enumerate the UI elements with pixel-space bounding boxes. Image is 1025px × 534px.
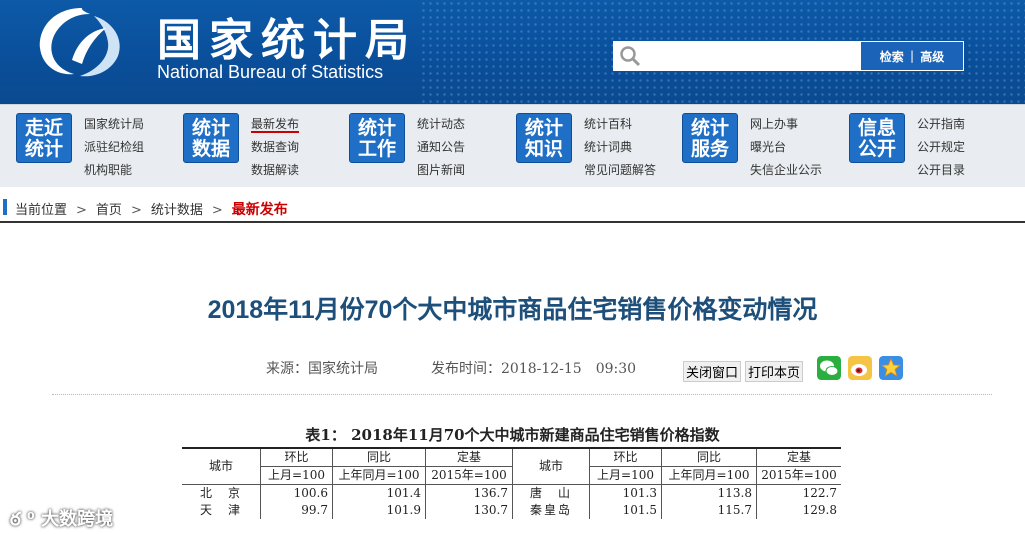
table-row: 天 津 99.7 101.9 130.7 秦皇岛 101.5 115.7 129…: [182, 502, 841, 519]
nav-badge-data[interactable]: 统计 数据: [183, 113, 239, 163]
col-subheader-mom: 上月=100: [260, 466, 333, 485]
nav-link[interactable]: 图片新闻: [417, 159, 465, 182]
nav-badge-knowledge[interactable]: 统计 知识: [516, 113, 572, 163]
table-cell: 129.8: [802, 503, 837, 517]
table-cell-city: 唐 山: [512, 484, 590, 502]
nav-link[interactable]: 失信企业公示: [750, 159, 822, 182]
search-button[interactable]: 检索: [880, 48, 904, 65]
col-subheader-yoy: 上年同月=100: [661, 466, 757, 485]
content-divider: [52, 394, 992, 395]
watermark-logo-icon: ఠ ⁰: [10, 509, 35, 530]
site-header: 国家统计局 National Bureau of Statistics 检索 |…: [0, 0, 1025, 104]
table-cell-city: 北 京: [182, 484, 261, 502]
nav-badge-service[interactable]: 统计 服务: [682, 113, 738, 163]
col-header-yoy: 同比: [661, 448, 757, 467]
nav-link-latest-release[interactable]: 最新发布: [251, 117, 300, 133]
search-buttons: 检索 | 高级: [860, 41, 964, 71]
article-source: 来源：国家统计局: [266, 361, 378, 377]
table-caption: 表1： 2018年11月70个大中城市新建商品住宅销售价格指数: [305, 426, 720, 444]
col-header-mom: 环比: [589, 448, 662, 467]
nav-link[interactable]: 网上办事: [750, 113, 822, 136]
col-subheader-yoy: 上年同月=100: [332, 466, 426, 485]
nav-link[interactable]: 数据查询: [251, 136, 299, 159]
table-cell: 101.4: [332, 484, 426, 502]
nav-link[interactable]: 通知公告: [417, 136, 465, 159]
table-cell: 130.7: [425, 502, 513, 519]
col-header-base: 定基: [756, 448, 841, 467]
table-cell: 101.3: [589, 484, 662, 502]
nav-badge-disclosure[interactable]: 信息 公开: [849, 113, 905, 163]
col-header-city: 城市: [182, 448, 261, 485]
breadcrumb-separator: >: [211, 203, 223, 218]
nav-link[interactable]: 公开目录: [917, 159, 965, 182]
col-header-mom: 环比: [260, 448, 333, 467]
nav-link[interactable]: 统计词典: [584, 136, 656, 159]
table-cell: 100.6: [260, 484, 333, 502]
watermark: ఠ ⁰ 大数跨境: [10, 505, 113, 534]
col-header-city: 城市: [512, 448, 590, 485]
table-subheader-row: 上月=100 上年同月=100 2015年=100 上月=100 上年同月=10…: [182, 466, 841, 485]
search-icon: [620, 46, 641, 67]
weibo-share-icon[interactable]: [848, 356, 872, 380]
article-publish-time: 发布时间：2018-12-15 09:30: [431, 361, 637, 377]
breadcrumb-marker: [3, 199, 7, 215]
nav-link[interactable]: 国家统计局: [84, 113, 144, 136]
nav-link[interactable]: 公开指南: [917, 113, 965, 136]
breadcrumb-statistics-data[interactable]: 统计数据: [151, 203, 203, 218]
nav-link[interactable]: 数据解读: [251, 159, 299, 182]
watermark-text: 大数跨境: [41, 509, 114, 530]
article-title: 2018年11月份70个大中城市商品住宅销售价格变动情况: [207, 296, 818, 324]
print-page-button[interactable]: 打印本页: [745, 361, 804, 382]
wechat-share-icon[interactable]: [817, 356, 841, 380]
nav-badge-work[interactable]: 统计 工作: [349, 113, 405, 163]
table-cell: 101.5: [589, 502, 662, 519]
table-row: 北 京 100.6 101.4 136.7 唐 山 101.3 113.8 12…: [182, 484, 841, 502]
table-cell: 136.7: [425, 484, 513, 502]
col-subheader-base: 2015年=100: [425, 466, 513, 485]
table-cell-city: 天 津: [182, 502, 261, 519]
table-cell-city: 秦皇岛: [512, 502, 590, 519]
main-nav: 走近 统计 国家统计局 派驻纪检组 机构职能 统计 数据 最新发布 数据查询 数据解…: [0, 104, 1025, 187]
col-header-base: 定基: [425, 448, 513, 467]
search-separator: |: [909, 49, 915, 63]
nav-badge-about[interactable]: 走近 统计: [16, 113, 72, 163]
table-cell: 101.9: [332, 502, 426, 519]
close-window-button[interactable]: 关闭窗口: [683, 361, 742, 382]
col-header-yoy: 同比: [332, 448, 426, 467]
table-header-row: 城市 环比 同比 定基 城市 环比 同比 定基: [182, 448, 841, 485]
col-subheader-base: 2015年=100: [756, 466, 841, 485]
table-cell: 122.7: [802, 486, 837, 500]
nav-link[interactable]: 机构职能: [84, 159, 144, 182]
nav-link[interactable]: 统计百科: [584, 113, 656, 136]
table-cell: 113.8: [661, 484, 757, 502]
col-subheader-mom: 上月=100: [589, 466, 662, 485]
nav-link[interactable]: 常见问题解答: [584, 159, 656, 182]
nav-link[interactable]: 统计动态: [417, 113, 465, 136]
breadcrumb: 当前位置 > 首页 > 统计数据 > 最新发布: [0, 196, 1025, 220]
nav-link[interactable]: 曝光台: [750, 136, 822, 159]
nbs-logo-icon[interactable]: [32, 4, 132, 80]
site-title: 国家统计局: [157, 15, 417, 66]
price-index-table: 城市 环比 同比 定基 城市 环比 同比 定基 上月=100 上年同月=100 …: [182, 447, 841, 519]
breadcrumb-current: 最新发布: [231, 202, 288, 218]
table-cell: 99.7: [260, 502, 333, 519]
breadcrumb-divider: [0, 221, 1025, 223]
site-subtitle: National Bureau of Statistics: [157, 62, 384, 82]
favorite-star-icon[interactable]: [879, 356, 903, 380]
advanced-search-button[interactable]: 高级: [920, 48, 944, 65]
breadcrumb-separator: >: [76, 203, 87, 218]
search-input[interactable]: [613, 41, 860, 71]
breadcrumb-home[interactable]: 首页: [96, 203, 122, 218]
nav-link[interactable]: 派驻纪检组: [84, 136, 144, 159]
breadcrumb-separator: >: [130, 203, 142, 218]
table-cell: 115.7: [661, 502, 757, 519]
nav-link[interactable]: 公开规定: [917, 136, 965, 159]
breadcrumb-label: 当前位置: [15, 203, 68, 218]
